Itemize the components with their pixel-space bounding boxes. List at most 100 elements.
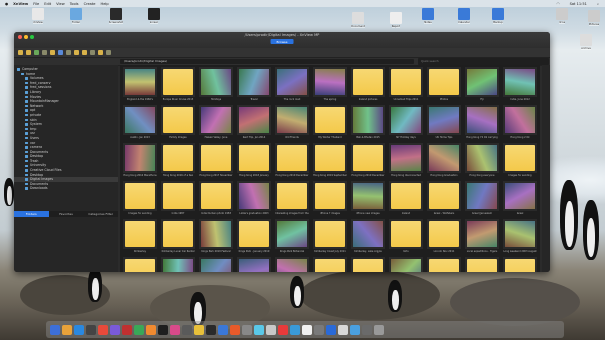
thumbnail-item[interactable]: Hong Kong disconnected	[388, 143, 424, 181]
thumbnail-item[interactable]: My Winter Thailand	[312, 105, 348, 143]
forward-icon[interactable]	[26, 50, 31, 55]
settings-icon[interactable]	[98, 50, 103, 55]
thumbnail-item[interactable]: Hong Kong 2016 of a few	[160, 143, 196, 181]
tab-categories-filter[interactable]: Categories Filter	[83, 211, 118, 217]
dock-app-icon[interactable]	[326, 324, 336, 335]
thumbnail-item[interactable]: Israel (Jerusalem	[464, 181, 500, 219]
dock-app-icon[interactable]	[314, 324, 324, 335]
slideshow-icon[interactable]	[82, 50, 87, 55]
thumbnail-item[interactable]: Lincoln Nov 2011	[426, 219, 462, 257]
thumbnail-item[interactable]: Hong Kong 2019 December	[350, 143, 386, 181]
dock-app-icon[interactable]	[122, 324, 132, 335]
thumbnail-item[interactable]: Interesting images from the	[274, 181, 310, 219]
rotate-icon[interactable]	[90, 50, 95, 55]
folder-icon[interactable]	[50, 50, 55, 55]
thumbnail-item[interactable]: Israel - Wolfsbers	[426, 181, 462, 219]
dock-app-icon[interactable]	[242, 324, 252, 335]
thumbnail-item[interactable]	[198, 257, 234, 272]
thumbnail-item[interactable]: Long weekend 2003 August	[502, 219, 538, 257]
thumbnail-item[interactable]: Fiji	[464, 67, 500, 105]
desktop-icon[interactable]: Folder	[65, 8, 87, 24]
thumbnail-item[interactable]: Europe River Cruise 2013	[160, 67, 196, 105]
dock-app-icon[interactable]	[194, 324, 204, 335]
dock-app-icon[interactable]	[170, 324, 180, 335]
dock-app-icon[interactable]	[254, 324, 264, 335]
thumbnail-item[interactable]: Hong Kong 2019 September	[312, 143, 348, 181]
dock-app-icon[interactable]	[98, 324, 108, 335]
thumbnail-item[interactable]: Kimberley Coast July 2011	[312, 219, 348, 257]
thumbnail-item[interactable]: Kings Park 2019 Festival	[198, 219, 234, 257]
wifi-icon[interactable]: ◠	[556, 2, 559, 6]
dock-app-icon[interactable]	[158, 324, 168, 335]
thumbnail-item[interactable]	[426, 257, 462, 272]
thumbnail-item[interactable]: UK Home Tips	[426, 105, 462, 143]
desktop-icon[interactable]: Calendar	[453, 8, 475, 24]
menu-help[interactable]: Help	[101, 2, 109, 6]
thumbnail-item[interactable]: Bali & Bhutan 2015	[350, 105, 386, 143]
thumbnail-item[interactable]: Kings Park Botanical	[274, 219, 310, 257]
thumbnail-item[interactable]	[312, 257, 348, 272]
thumbnail-item[interactable]: India Durban photo 1983	[198, 181, 234, 219]
thumbnail-item[interactable]: Hong Kong 72 Ok carrying	[464, 105, 500, 143]
thumbnail-item[interactable]: Hong Kong 2018 January	[236, 143, 272, 181]
tools-icon[interactable]	[106, 50, 111, 55]
thumbnail-item[interactable]	[122, 257, 158, 272]
menu-create[interactable]: Create	[84, 2, 96, 6]
menu-edit[interactable]: Edit	[44, 2, 51, 6]
thumbnail-item[interactable]: Kings Park - January 2019	[236, 219, 272, 257]
thumbnail-item[interactable]: Images for sending	[502, 143, 538, 181]
thumbnail-item[interactable]	[160, 257, 196, 272]
spotlight-icon[interactable]: ⌕	[597, 2, 599, 6]
thumbnail-item[interactable]	[502, 257, 538, 272]
apple-menu-icon[interactable]: ●	[5, 2, 8, 6]
thumbnail-item[interactable]: Hong Kong Graduation	[426, 143, 462, 181]
thumbnail-item[interactable]: Ireland pictures	[350, 67, 386, 105]
dock-app-icon[interactable]	[50, 324, 60, 335]
thumbnail-item[interactable]: The rock road	[274, 67, 310, 105]
path-field[interactable]: /Users/prodir/Digital Images/	[120, 59, 414, 64]
thumbnail-item[interactable]: Photos	[426, 67, 462, 105]
thumbnail-item[interactable]: Travel	[236, 67, 272, 105]
browse-tab[interactable]: Browse	[270, 39, 294, 44]
desktop-icon[interactable]: Pictures	[583, 10, 605, 26]
dock-app-icon[interactable]	[62, 324, 72, 335]
refresh-icon[interactable]	[34, 50, 39, 55]
dock-app-icon[interactable]	[134, 324, 144, 335]
desktop-icon[interactable]: Archive	[575, 34, 597, 50]
menu-view[interactable]: View	[56, 2, 65, 6]
thumbnail-item[interactable]: Hong Kong 2019 December	[274, 143, 310, 181]
desktop-icon[interactable]: Screenshot	[105, 8, 127, 24]
thumbnail-item[interactable]: Hong Kong 2017 November	[198, 143, 234, 181]
dock-app-icon[interactable]	[86, 324, 96, 335]
desktop-icon[interactable]: Backup	[487, 8, 509, 24]
thumbnail-item[interactable]: Ireland	[388, 181, 424, 219]
thumbnail-item[interactable]: Israel	[502, 181, 538, 219]
dock-app-icon[interactable]	[206, 324, 216, 335]
thumbnail-item[interactable]	[236, 257, 272, 272]
up-folder-icon[interactable]	[42, 50, 47, 55]
view-mode-icon[interactable]	[58, 50, 63, 55]
thumbnail-item[interactable]: The spring	[312, 67, 348, 105]
thumbnail-item[interactable]: Images for sending	[122, 181, 158, 219]
sort-icon[interactable]	[66, 50, 71, 55]
thumbnail-item[interactable]: Unnamed Trips 2011	[388, 67, 424, 105]
thumbnail-item[interactable]	[350, 257, 386, 272]
thumbnail-item[interactable]: India 1987	[160, 181, 196, 219]
thumbnail-item[interactable]: Kent Trip, Jan 2014	[236, 105, 272, 143]
thumbnail-item[interactable]: NY Holiday days	[388, 105, 424, 143]
dock-app-icon[interactable]	[278, 324, 288, 335]
dock-app-icon[interactable]	[146, 324, 156, 335]
thumbnail-item[interactable]: iPhone new images	[350, 181, 386, 219]
desktop-icon[interactable]: Report	[385, 12, 407, 28]
thumbnail-item[interactable]: Lizzie's graduation 2003	[236, 181, 272, 219]
desktop-icon[interactable]: Drive	[551, 8, 573, 24]
thumbnail-item[interactable]: England & the 1960's	[122, 67, 158, 105]
thumbnail-item[interactable]	[274, 257, 310, 272]
dock-app-icon[interactable]	[74, 324, 84, 335]
thumbnail-item[interactable]: Family Images	[160, 105, 196, 143]
quick-search-input[interactable]	[418, 58, 549, 65]
desktop-icon[interactable]: Notes	[417, 8, 439, 24]
dock-app-icon[interactable]	[350, 324, 360, 335]
dock-app-icon[interactable]	[338, 324, 348, 335]
thumbnail-item[interactable]: Hawaii Valley, June	[198, 105, 234, 143]
